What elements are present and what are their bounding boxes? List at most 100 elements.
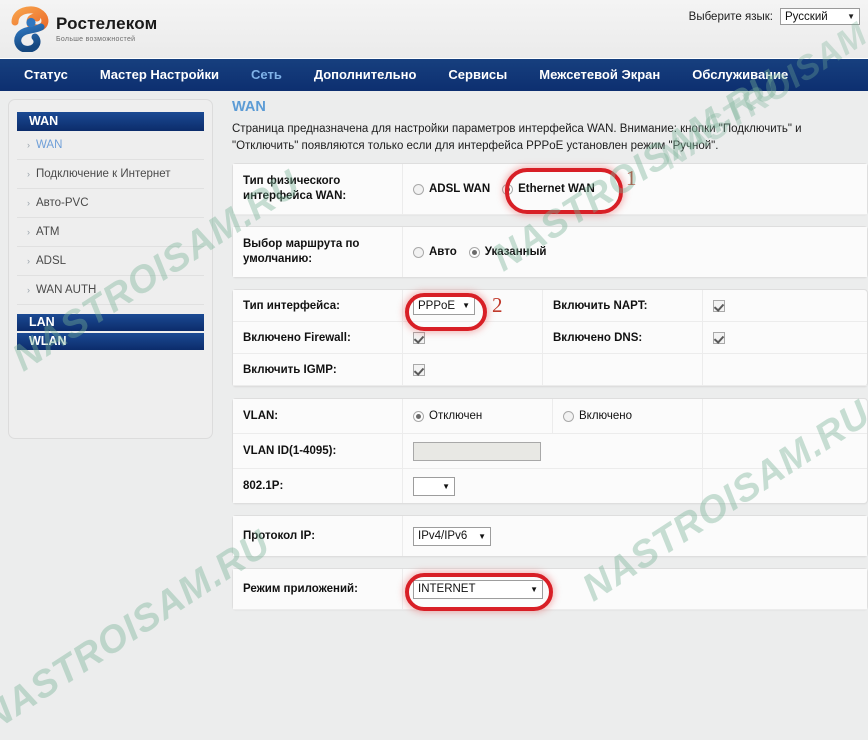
value-default-route: Авто Указанный bbox=[403, 227, 867, 277]
table-row: Включить IGMP: bbox=[233, 354, 867, 386]
language-label: Выберите язык: bbox=[688, 10, 773, 23]
nav-item-network[interactable]: Сеть bbox=[235, 58, 298, 91]
radio-adsl-wan-label: ADSL WAN bbox=[429, 183, 491, 195]
label-vlan-id: VLAN ID(1-4095): bbox=[233, 434, 403, 468]
rostelecom-swoosh-icon bbox=[8, 6, 50, 53]
checkbox-enable-dns[interactable] bbox=[713, 331, 725, 344]
table-row: 802.1P: ▼ bbox=[233, 469, 867, 503]
radio-vlan-disabled-dot[interactable] bbox=[413, 410, 424, 422]
sidebar-item-atm[interactable]: › ATM bbox=[17, 218, 204, 247]
radio-ethernet-wan-dot[interactable] bbox=[502, 183, 514, 195]
radio-route-specified-dot[interactable] bbox=[468, 246, 480, 258]
main-content: WAN Страница предназначена для настройки… bbox=[228, 91, 868, 621]
radio-route-specified[interactable]: Указанный bbox=[468, 246, 547, 258]
sidebar-item-label: ADSL bbox=[36, 255, 67, 267]
chevron-down-icon: ▼ bbox=[847, 12, 855, 21]
chevron-right-icon: › bbox=[27, 140, 30, 150]
value-enable-firewall bbox=[403, 322, 543, 353]
vlan-row-spacer bbox=[703, 399, 867, 433]
language-select[interactable]: Русский ▼ bbox=[780, 8, 860, 25]
label-enable-napt: Включить NAPT: bbox=[543, 290, 703, 321]
label-enable-igmp: Включить IGMP: bbox=[233, 354, 403, 385]
radio-vlan-disabled[interactable]: Отключен bbox=[413, 410, 482, 422]
radio-adsl-wan-dot[interactable] bbox=[413, 183, 424, 195]
value-enable-dns bbox=[703, 322, 867, 353]
chevron-down-icon: ▼ bbox=[530, 584, 538, 594]
label-application-mode: Режим приложений: bbox=[233, 569, 403, 609]
value-vlan-disabled: Отключен bbox=[403, 399, 553, 433]
chevron-right-icon: › bbox=[27, 227, 30, 237]
panel-physical-interface: Тип физического интерфейса WAN: ADSL WAN… bbox=[232, 163, 868, 215]
label-enable-dns: Включено DNS: bbox=[543, 322, 703, 353]
table-row: Тип интерфейса: PPPoE ▼ Включить NAPT: bbox=[233, 290, 867, 322]
checkbox-enable-firewall[interactable] bbox=[413, 331, 425, 344]
sidebar-item-adsl[interactable]: › ADSL bbox=[17, 247, 204, 276]
page-description: Страница предназначена для настройки пар… bbox=[232, 123, 802, 152]
checkbox-enable-napt[interactable] bbox=[713, 299, 725, 312]
panel-vlan: VLAN: Отключен Включено VLAN ID(1-4095):… bbox=[232, 398, 868, 504]
select-interface-type-value: PPPoE bbox=[418, 299, 456, 312]
label-physical-interface: Тип физического интерфейса WAN: bbox=[233, 164, 403, 214]
value-enable-igmp bbox=[403, 354, 543, 385]
sidebar-item-wan-auth[interactable]: › WAN AUTH bbox=[17, 276, 204, 305]
select-dot1p[interactable]: ▼ bbox=[413, 476, 455, 496]
language-selector[interactable]: Выберите язык: Русский ▼ bbox=[689, 8, 860, 25]
sidebar-item-label: ATM bbox=[36, 226, 60, 238]
brand-tagline: Больше возможностей bbox=[56, 35, 136, 43]
nav-item-setup-wizard[interactable]: Мастер Настройки bbox=[84, 58, 235, 91]
sidebar-group-wlan[interactable]: WLAN bbox=[17, 333, 204, 350]
label-vlan: VLAN: bbox=[233, 399, 403, 433]
select-application-mode-value: INTERNET bbox=[418, 583, 476, 595]
value-enable-napt bbox=[703, 290, 867, 321]
sidebar-item-label: Подключение к Интернет bbox=[36, 168, 171, 180]
radio-route-specified-label: Указанный bbox=[484, 246, 547, 258]
label-enable-firewall: Включено Firewall: bbox=[233, 322, 403, 353]
select-ip-protocol[interactable]: IPv4/IPv6 ▼ bbox=[413, 526, 491, 546]
radio-vlan-enabled-label: Включено bbox=[579, 410, 633, 422]
sidebar-item-label: Авто-PVC bbox=[36, 197, 89, 209]
input-vlan-id[interactable] bbox=[413, 441, 541, 461]
nav-item-status[interactable]: Статус bbox=[8, 58, 84, 91]
sidebar-group-lan[interactable]: LAN bbox=[17, 314, 204, 331]
label-interface-type: Тип интерфейса: bbox=[233, 290, 403, 321]
sidebar-item-label: WAN AUTH bbox=[36, 284, 97, 296]
brand-logo: Ростелеком Больше возможностей bbox=[8, 6, 158, 53]
table-row: VLAN ID(1-4095): bbox=[233, 434, 867, 469]
checkbox-enable-igmp[interactable] bbox=[413, 363, 425, 376]
nav-item-services[interactable]: Сервисы bbox=[432, 58, 523, 91]
brand-name: Ростелеком bbox=[56, 13, 158, 33]
value-vlan-enabled: Включено bbox=[553, 399, 703, 433]
sidebar-item-wan[interactable]: › WAN bbox=[17, 131, 204, 160]
radio-ethernet-wan[interactable]: Ethernet WAN bbox=[502, 183, 595, 195]
chevron-right-icon: › bbox=[27, 198, 30, 208]
nav-item-advanced[interactable]: Дополнительно bbox=[298, 58, 433, 91]
language-value: Русский bbox=[785, 10, 828, 23]
nav-item-maintenance[interactable]: Обслуживание bbox=[676, 58, 804, 91]
chevron-down-icon: ▼ bbox=[462, 301, 470, 310]
panel-ip-protocol: Протокол IP: IPv4/IPv6 ▼ bbox=[232, 515, 868, 557]
radio-adsl-wan[interactable]: ADSL WAN bbox=[413, 183, 490, 195]
value-dot1p: ▼ bbox=[403, 469, 703, 503]
label-line-2: интерфейса WAN: bbox=[243, 190, 347, 202]
sidebar-item-auto-pvc[interactable]: › Авто-PVC bbox=[17, 189, 204, 218]
chevron-right-icon: › bbox=[27, 285, 30, 295]
value-empty bbox=[703, 354, 867, 385]
nav-item-firewall[interactable]: Межсетевой Экран bbox=[523, 58, 676, 91]
radio-route-auto-dot[interactable] bbox=[413, 246, 424, 258]
radio-route-auto[interactable]: Авто bbox=[413, 246, 457, 258]
brand-text: Ростелеком Больше возможностей bbox=[56, 13, 158, 44]
sidebar-item-internet-connection[interactable]: › Подключение к Интернет bbox=[17, 160, 204, 189]
dot1p-row-spacer bbox=[703, 469, 867, 503]
label-dot1p: 802.1P: bbox=[233, 469, 403, 503]
page-header: Ростелеком Больше возможностей Выберите … bbox=[0, 0, 868, 58]
sidebar-group-wan[interactable]: WAN bbox=[17, 112, 204, 131]
main-navigation[interactable]: Статус Мастер Настройки Сеть Дополнитель… bbox=[0, 58, 868, 91]
page-body: WAN › WAN › Подключение к Интернет › Авто-P… bbox=[0, 91, 868, 675]
select-application-mode[interactable]: INTERNET ▼ bbox=[413, 579, 543, 599]
radio-vlan-enabled[interactable]: Включено bbox=[563, 410, 632, 422]
radio-vlan-enabled-dot[interactable] bbox=[563, 410, 574, 422]
chevron-down-icon: ▼ bbox=[442, 481, 450, 491]
select-interface-type[interactable]: PPPoE ▼ bbox=[413, 296, 475, 315]
label-line-2: умолчанию: bbox=[243, 253, 313, 265]
